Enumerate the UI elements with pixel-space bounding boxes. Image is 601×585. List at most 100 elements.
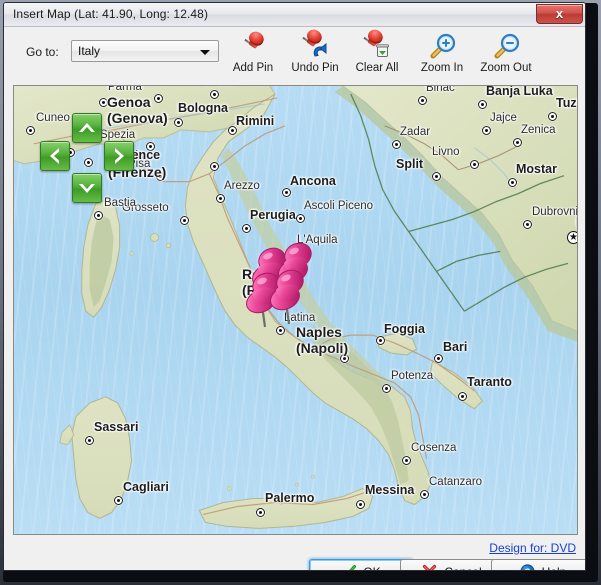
city-dot-icon xyxy=(402,456,411,465)
pan-down-button[interactable] xyxy=(72,173,102,203)
title-bar: Insert Map (Lat: 41.90, Long: 12.48) x xyxy=(4,3,585,27)
close-button[interactable]: x xyxy=(536,4,583,24)
city-label: Messina xyxy=(365,483,415,497)
city-dot-icon xyxy=(210,90,219,99)
city-dot-icon xyxy=(376,336,385,345)
city-label: Catanzaro xyxy=(429,476,483,488)
city-label: Palermo xyxy=(265,491,315,505)
dialog-client: Go to: Italy Add Pin Undo Pin Clear All … xyxy=(4,26,585,571)
clear-all-label: Clear All xyxy=(355,62,399,74)
dialog-window: Insert Map (Lat: 41.90, Long: 12.48) x G… xyxy=(3,2,586,571)
city-dot-icon xyxy=(508,178,517,187)
city-label: Tuzla xyxy=(556,96,577,110)
clear-all-button[interactable]: Clear All xyxy=(344,26,410,81)
button-bar: OK Cancel xyxy=(4,557,585,571)
cancel-label: Cancel xyxy=(444,565,481,571)
city-label: Ferrara xyxy=(196,86,234,88)
city-label: Perugia xyxy=(250,208,296,222)
pan-up-button[interactable] xyxy=(72,113,102,143)
design-for-link[interactable]: Design for: DVD xyxy=(489,541,576,555)
city-label: Jajce xyxy=(490,112,517,124)
city-label: Cagliari xyxy=(123,480,169,494)
ok-label: OK xyxy=(363,565,380,571)
window-title: Insert Map (Lat: 41.90, Long: 12.48) xyxy=(13,7,209,21)
city-label-alt: (Napoli) xyxy=(296,340,349,356)
city-dot-icon xyxy=(84,158,93,167)
city-label: Split xyxy=(396,157,424,171)
goto-label: Go to: xyxy=(26,45,59,59)
magnifier-plus-icon xyxy=(424,31,460,61)
city-dot-icon xyxy=(180,216,189,225)
undo-pin-button[interactable]: Undo Pin xyxy=(282,26,348,81)
city-dot-icon xyxy=(26,126,35,135)
chevron-left-icon xyxy=(50,148,59,164)
city-label: Dubrovnik xyxy=(532,206,578,218)
city-dot-icon xyxy=(513,138,522,147)
pan-left-button[interactable] xyxy=(40,141,70,171)
city-label: Bari xyxy=(443,340,468,354)
checkmark-icon xyxy=(341,564,357,570)
city-dot-icon xyxy=(282,188,291,197)
pushpin-undo-icon xyxy=(297,26,333,61)
city-label: Bologna xyxy=(178,101,228,115)
city-dot-icon xyxy=(242,224,251,233)
trash-bin-icon xyxy=(376,44,389,57)
city-dot-icon xyxy=(256,508,265,517)
chevron-down-icon xyxy=(200,50,210,55)
city-dot-icon xyxy=(382,384,391,393)
goto-select-value: Italy xyxy=(78,44,101,58)
city-label: Ancona xyxy=(290,174,336,188)
undo-arrow-icon xyxy=(313,43,327,57)
city-label: Bihac xyxy=(426,85,455,94)
city-dot-icon xyxy=(114,496,123,505)
city-label: Livno xyxy=(432,146,460,158)
zoom-out-button[interactable]: Zoom Out xyxy=(473,31,539,81)
zoom-in-button[interactable]: Zoom In xyxy=(409,31,475,81)
pushpin-trash-icon xyxy=(359,26,395,61)
map-pin[interactable] xyxy=(264,268,310,326)
city-label: Zadar xyxy=(400,126,431,138)
cancel-button[interactable]: Cancel xyxy=(400,559,504,571)
pan-right-button[interactable] xyxy=(104,141,134,171)
add-pin-button[interactable]: Add Pin xyxy=(220,28,286,81)
city-label: Podgorica xyxy=(576,215,577,229)
city-dot-icon xyxy=(296,214,305,223)
city-label-alt: (Genova) xyxy=(107,110,168,126)
toolbar: Go to: Italy Add Pin Undo Pin Clear All … xyxy=(4,26,585,83)
city-label: Parma xyxy=(108,85,142,93)
help-label: Help xyxy=(542,565,567,571)
city-dot-icon xyxy=(154,94,163,103)
city-dot-icon xyxy=(482,126,491,135)
help-button[interactable]: ? Help xyxy=(491,559,585,571)
zoom-out-label: Zoom Out xyxy=(480,62,532,74)
city-label: Cuneo xyxy=(36,112,70,124)
city-dot-icon xyxy=(85,436,94,445)
city-dot-icon xyxy=(210,162,219,171)
city-dot-icon xyxy=(356,500,365,509)
city-label: Cosenza xyxy=(411,442,457,454)
chevron-up-icon xyxy=(79,123,95,132)
city-dot-icon xyxy=(432,172,441,181)
ok-button[interactable]: OK xyxy=(309,559,413,571)
x-mark-icon xyxy=(422,564,437,570)
city-dot-icon xyxy=(94,211,103,220)
goto-select[interactable]: Italy xyxy=(71,40,219,62)
undo-pin-label: Undo Pin xyxy=(291,62,339,74)
city-label: Bastia xyxy=(104,197,136,209)
city-dot-icon xyxy=(434,354,443,363)
close-icon: x xyxy=(555,6,564,21)
city-label: Genoa xyxy=(107,94,151,110)
city-label: Banja Luka xyxy=(486,85,553,98)
city-dot-icon xyxy=(478,100,487,109)
map-panel[interactable]: Genoa(Genova)CuneoNiceImperiaParmaFerrar… xyxy=(13,85,578,535)
city-label: Potenza xyxy=(391,370,434,382)
city-label: Rimini xyxy=(236,114,275,128)
city-dot-icon xyxy=(523,220,532,229)
city-label: Foggia xyxy=(384,322,425,336)
capital-marker-icon: ★ xyxy=(567,231,577,244)
city-dot-icon xyxy=(420,490,429,499)
chevron-right-icon xyxy=(115,148,124,164)
svg-text:?: ? xyxy=(524,567,530,571)
magnifier-minus-icon xyxy=(488,31,524,61)
city-dot-icon xyxy=(216,194,225,203)
